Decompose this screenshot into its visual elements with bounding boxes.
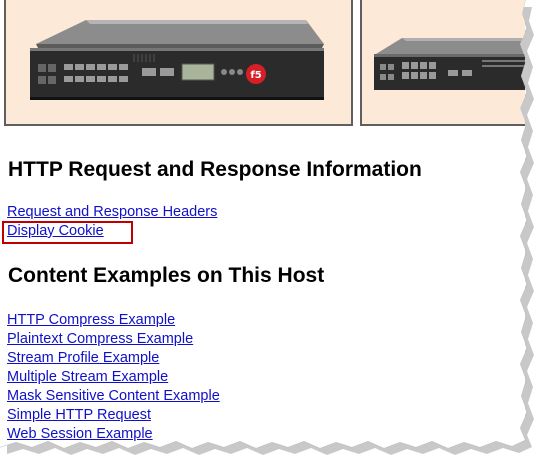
banner-panel-left: f5	[4, 0, 353, 126]
link-http-compress-example[interactable]: HTTP Compress Example	[7, 312, 175, 329]
link-plaintext-compress-example[interactable]: Plaintext Compress Example	[7, 331, 193, 348]
link-web-session-example[interactable]: Web Session Example	[7, 426, 153, 443]
section-heading-http-info: HTTP Request and Response Information	[8, 158, 422, 181]
link-stream-profile-example[interactable]: Stream Profile Example	[7, 350, 159, 367]
network-appliance-image: f5	[6, 0, 351, 124]
svg-text:f5: f5	[250, 70, 261, 81]
link-simple-http-request[interactable]: Simple HTTP Request	[7, 407, 151, 424]
banner-panel-right	[360, 0, 525, 126]
section-heading-content-examples: Content Examples on This Host	[8, 264, 325, 287]
link-request-response-headers[interactable]: Request and Response Headers	[7, 204, 217, 221]
highlight-annotation-box	[2, 221, 133, 244]
link-mask-sensitive-content-example[interactable]: Mask Sensitive Content Example	[7, 388, 220, 405]
link-multiple-stream-example[interactable]: Multiple Stream Example	[7, 369, 168, 386]
network-appliance-image	[362, 0, 525, 124]
browser-page-content: f5 HTTP Request and Response Information…	[0, 0, 525, 452]
product-banner: f5	[0, 0, 525, 130]
